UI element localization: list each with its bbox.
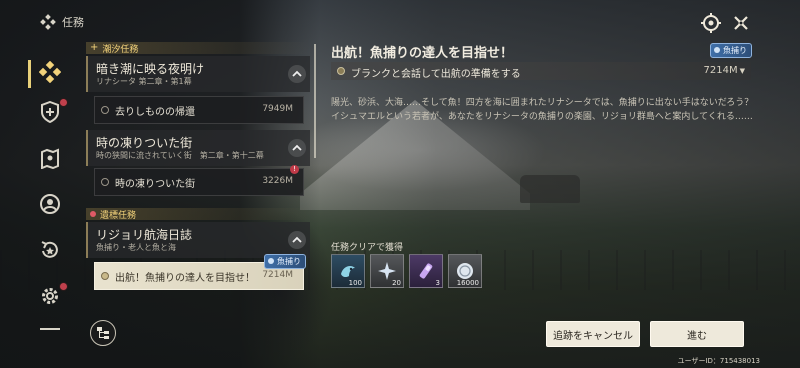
task-name: 時の凍りついた街: [115, 179, 196, 190]
caret-down-icon: ▼: [739, 67, 745, 75]
task-marker-icon: [101, 106, 109, 114]
crystal-tube-icon: [419, 263, 433, 279]
page-title: 任務: [62, 16, 84, 29]
notification-badge: [59, 98, 68, 107]
plus-icon: +: [90, 42, 99, 53]
collapse-button[interactable]: [288, 65, 306, 83]
sidebar-more-indicator: [40, 328, 60, 330]
nav-active-indicator: [28, 60, 31, 88]
chevron-up-icon: [292, 144, 302, 151]
user-id: ユーザーID：715438013: [677, 357, 760, 365]
quest-group-title: リジョリ航海日誌: [96, 228, 193, 242]
objective-text: ブランクと会話して出航の準備をする: [351, 69, 521, 80]
reward-item[interactable]: 20: [370, 254, 404, 288]
task-row[interactable]: 時の凍りついた街 3226M !: [94, 165, 304, 196]
close-button[interactable]: [730, 12, 752, 34]
star-return-icon: [39, 239, 61, 261]
reward-item[interactable]: 100: [331, 254, 365, 288]
go-button[interactable]: 進む: [650, 321, 744, 347]
quest-group-header[interactable]: リジョリ航海日誌 魚捕り・老人と魚と海: [86, 222, 310, 258]
diamond-cluster-icon: [39, 61, 61, 83]
section-label-relic: 遺標任務: [86, 208, 310, 221]
crosshair-icon: [701, 13, 721, 33]
reward-item[interactable]: 16000: [448, 254, 482, 288]
objective-distance: 7214M ▼: [703, 65, 745, 76]
warning-icon: !: [290, 165, 299, 174]
section-dot-icon: [90, 211, 96, 217]
nav-item-map[interactable]: [36, 144, 64, 172]
task-name: 出航！魚捕りの達人を目指せ！: [115, 273, 255, 284]
quest-group-subtitle: 魚捕り・老人と魚と海: [96, 243, 176, 252]
objective-marker-icon: [337, 67, 345, 75]
close-icon: [734, 16, 748, 30]
rewards-list: 100 20 3 16000: [331, 254, 482, 288]
task-distance: 7214M: [262, 270, 293, 280]
quest-group-title: 暗き潮に映る夜明け: [96, 62, 205, 76]
task-name: 去りしものの帰還: [115, 107, 195, 118]
quest-tree-button[interactable]: [90, 320, 116, 346]
task-distance: 3226M: [262, 176, 293, 186]
tree-structure-icon: [97, 327, 109, 339]
person-circle-icon: [39, 193, 61, 215]
quest-detail-title: 出航！魚捕りの達人を目指せ！: [331, 46, 514, 61]
reward-item[interactable]: 3: [409, 254, 443, 288]
quest-description: 陽光、砂浜、大海……そして魚！四方を海に囲まれたリナシータでは、魚捕りに出ない手…: [331, 98, 754, 122]
collapse-button[interactable]: [288, 231, 306, 249]
task-marker-icon: [101, 178, 109, 186]
task-row[interactable]: 去りしものの帰還 7949M: [94, 96, 304, 124]
page-header: 任務: [40, 14, 84, 30]
cancel-tracking-button[interactable]: 追跡をキャンセル: [546, 321, 640, 347]
quest-objective[interactable]: ブランクと会話して出航の準備をする 7214M ▼: [331, 62, 751, 80]
nav-item-settings[interactable]: [36, 282, 68, 310]
quest-group-header[interactable]: 時の凍りついた街 時の狭間に流されていく街 第二章・第十二幕: [86, 130, 310, 166]
task-distance: 7949M: [262, 104, 293, 114]
fishing-tag: 魚捕り: [710, 43, 752, 58]
collapse-button[interactable]: [288, 139, 306, 157]
quest-group-header[interactable]: 暗き潮に映る夜明け リナシータ 第二章・第1幕: [86, 56, 310, 92]
quest-diamond-icon: [40, 14, 56, 30]
task-marker-icon: [101, 272, 109, 280]
quest-list-panel: + 潮汐任務 暗き潮に映る夜明け リナシータ 第二章・第1幕 去りしものの帰還 …: [86, 40, 312, 330]
quest-group-subtitle: リナシータ 第二章・第1幕: [96, 77, 192, 86]
gear-icon: [39, 285, 61, 307]
chevron-up-icon: [292, 236, 302, 243]
section-label-tidal: + 潮汐任務: [86, 42, 310, 55]
quest-group-subtitle: 時の狭間に流されていく街 第二章・第十二幕: [96, 151, 264, 160]
nav-item-shield[interactable]: [36, 98, 68, 126]
track-target-button[interactable]: [700, 12, 722, 34]
map-pin-icon: [40, 147, 60, 169]
notification-badge: [59, 282, 68, 291]
nav-item-quests[interactable]: [36, 58, 64, 86]
nav-item-history[interactable]: [36, 236, 64, 264]
rewards-label: 任務クリアで獲得: [331, 243, 404, 253]
shield-plus-icon: [40, 101, 60, 123]
quest-group-title: 時の凍りついた街: [96, 136, 193, 150]
fishing-tag: 魚捕り: [264, 254, 306, 269]
chevron-up-icon: [292, 70, 302, 77]
quest-list-scrollbar[interactable]: [314, 44, 316, 158]
nav-item-profile[interactable]: [36, 190, 64, 218]
